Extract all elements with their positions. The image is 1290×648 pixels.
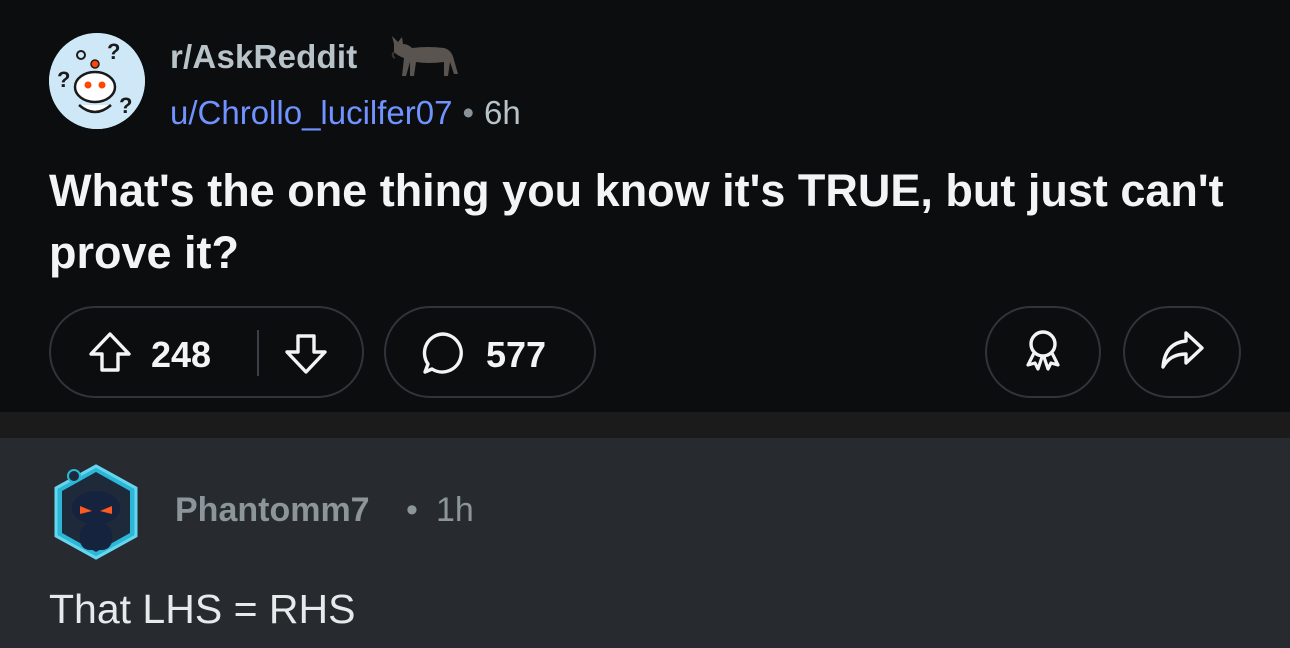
share-icon <box>1158 327 1206 378</box>
subreddit-name[interactable]: r/AskReddit <box>170 38 357 76</box>
post-meta: u/Chrollo_lucilfer07 • 6h <box>170 94 521 132</box>
comments-button[interactable]: 577 <box>384 306 596 398</box>
post-age: 6h <box>484 94 521 131</box>
post-card: ? ? ? r/AskReddit u/Chrollo_lucilfer07 • 6… <box>0 0 1290 412</box>
author-link[interactable]: u/Chrollo_lucilfer07 <box>170 94 452 131</box>
upvote-count: 248 <box>151 334 212 375</box>
commenter-avatar[interactable] <box>50 462 142 562</box>
svg-text:?: ? <box>107 39 120 64</box>
donkey-flair-icon <box>388 34 460 80</box>
vote-divider <box>257 330 259 376</box>
vote-bar: 248 <box>49 306 364 398</box>
comment-meta-separator: • <box>406 491 418 529</box>
award-icon <box>1020 327 1066 378</box>
svg-text:?: ? <box>57 67 70 92</box>
award-button[interactable] <box>985 306 1101 398</box>
upvote-icon[interactable] <box>87 330 133 381</box>
svg-text:?: ? <box>119 93 132 118</box>
comment-body: That LHS = RHS <box>49 586 356 632</box>
comment-icon <box>420 330 466 381</box>
comment-card: Phantomm7 • 1h That LHS = RHS <box>0 438 1290 648</box>
subreddit-avatar[interactable]: ? ? ? <box>49 33 145 129</box>
share-button[interactable] <box>1123 306 1241 398</box>
commenter-name[interactable]: Phantomm7 <box>175 491 370 530</box>
comment-count: 577 <box>486 334 547 375</box>
comment-age: 1h <box>436 491 474 529</box>
section-divider <box>0 412 1290 438</box>
meta-separator: • <box>462 94 475 131</box>
post-title[interactable]: What's the one thing you know it's TRUE,… <box>49 160 1249 284</box>
downvote-icon[interactable] <box>283 330 329 381</box>
